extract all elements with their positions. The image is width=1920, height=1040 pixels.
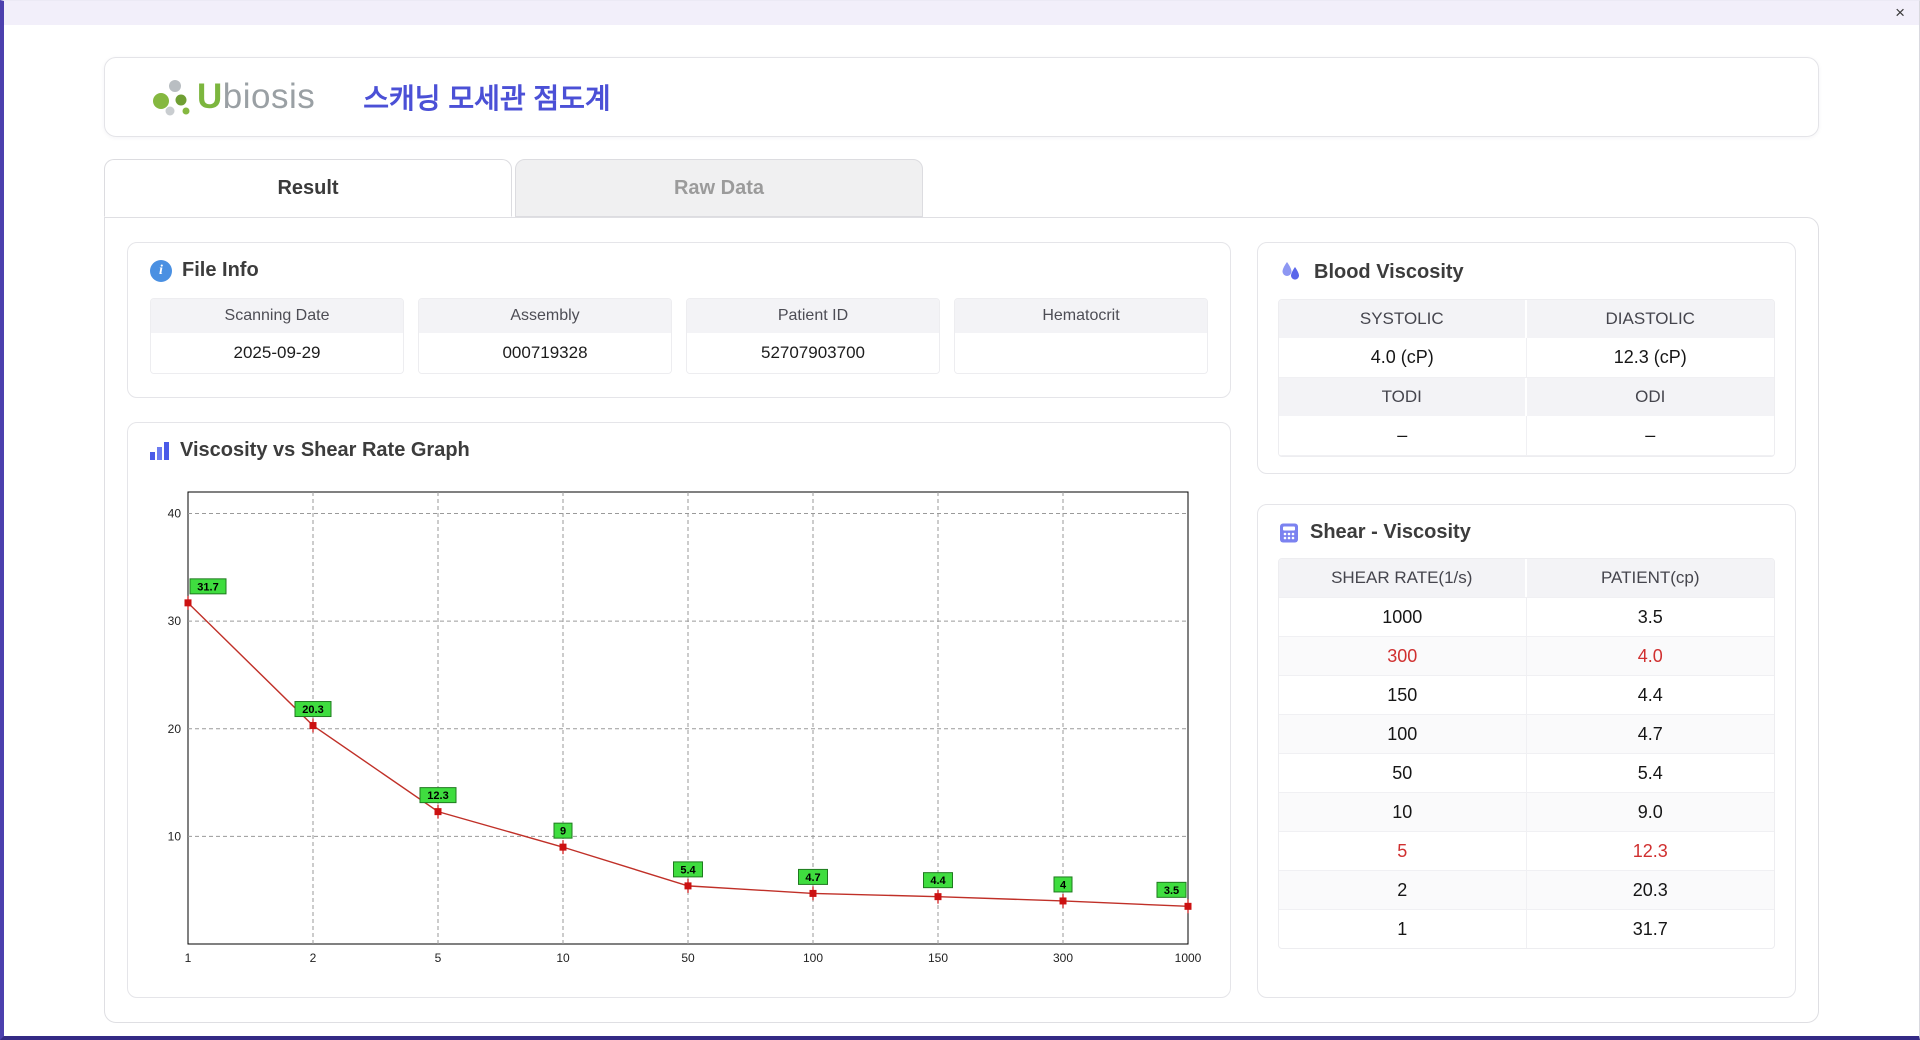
shear-viscosity-table: SHEAR RATE(1/s) PATIENT(cp) 1000 3.5 300… [1278, 558, 1775, 949]
table-row: 150 4.4 [1279, 675, 1774, 714]
svg-text:2: 2 [310, 951, 317, 965]
shear-viscosity-card: Shear - Viscosity SHEAR RATE(1/s) PATIEN… [1257, 504, 1796, 998]
bv-value-systolic: 4.0 (cP) [1279, 338, 1527, 378]
field-hematocrit: Hematocrit [954, 298, 1208, 374]
bv-value-row: 4.0 (cP) 12.3 (cP) [1279, 338, 1774, 378]
result-panel: i File Info Scanning Date 2025-09-29 Ass… [104, 217, 1819, 1023]
window-titlebar: × [4, 1, 1919, 25]
svg-text:300: 300 [1053, 951, 1073, 965]
graph-card: Viscosity vs Shear Rate Graph 10 20 30 40 1 2… [127, 422, 1231, 998]
calculator-icon [1280, 523, 1298, 542]
table-row: 10 9.0 [1279, 792, 1774, 831]
page-title: 스캐닝 모세관 점도계 [363, 83, 611, 114]
svg-text:4.4: 4.4 [930, 875, 946, 887]
close-icon[interactable]: × [1895, 2, 1905, 24]
logo-text: Ubiosis [197, 77, 316, 116]
logo-dots-icon [153, 80, 190, 116]
shear-viscosity-title: Shear - Viscosity [1310, 521, 1471, 543]
bv-value-odi: – [1526, 416, 1774, 456]
table-row: 100 4.7 [1279, 714, 1774, 753]
svg-text:10: 10 [556, 951, 570, 965]
table-row: 2 20.3 [1279, 870, 1774, 909]
bv-value-todi: – [1279, 416, 1527, 456]
bv-header-row: SYSTOLIC DIASTOLIC [1279, 300, 1774, 338]
left-column: i File Info Scanning Date 2025-09-29 Ass… [127, 242, 1231, 998]
shear-viscosity-title-row: Shear - Viscosity [1278, 521, 1775, 544]
table-row: 1 31.7 [1279, 909, 1774, 948]
graph-title-row: Viscosity vs Shear Rate Graph [148, 439, 1210, 462]
svg-text:30: 30 [168, 614, 182, 628]
bv-label-todi: TODI [1279, 378, 1527, 416]
bv-label-diastolic: DIASTOLIC [1526, 300, 1774, 338]
ubiosis-logo: Ubiosis [147, 74, 315, 120]
tab-bar: Result Raw Data [104, 159, 1919, 217]
svg-text:150: 150 [928, 951, 948, 965]
blood-viscosity-title-row: Blood Viscosity [1278, 259, 1775, 285]
field-scanning-date: Scanning Date 2025-09-29 [150, 298, 404, 374]
svg-text:4.7: 4.7 [805, 872, 820, 884]
table-row: 5 12.3 [1279, 831, 1774, 870]
svg-text:10: 10 [168, 829, 182, 843]
svg-text:5: 5 [435, 951, 442, 965]
svg-text:20.3: 20.3 [302, 704, 323, 716]
svg-text:1000: 1000 [1175, 951, 1202, 965]
graph-title: Viscosity vs Shear Rate Graph [180, 439, 470, 461]
sv-header-row: SHEAR RATE(1/s) PATIENT(cp) [1279, 559, 1774, 597]
blood-viscosity-title: Blood Viscosity [1314, 260, 1464, 283]
window-content: Ubiosis 스캐닝 모세관 점도계 Result Raw Data i Fi… [4, 25, 1919, 1036]
bv-header-row: TODI ODI [1279, 378, 1774, 416]
bv-value-row: – – [1279, 416, 1774, 456]
svg-text:12.3: 12.3 [427, 790, 448, 802]
svg-text:5.4: 5.4 [680, 864, 696, 876]
svg-text:40: 40 [168, 507, 182, 521]
sv-col-shear-rate: SHEAR RATE(1/s) [1279, 559, 1527, 597]
blood-viscosity-table: SYSTOLIC DIASTOLIC 4.0 (cP) 12.3 (cP) TO… [1278, 299, 1775, 457]
app-header: Ubiosis 스캐닝 모세관 점도계 [104, 57, 1819, 137]
tab-raw-data[interactable]: Raw Data [515, 159, 923, 217]
svg-text:31.7: 31.7 [197, 581, 218, 593]
bar-chart-icon [150, 441, 169, 460]
tab-result[interactable]: Result [104, 159, 512, 217]
bv-label-systolic: SYSTOLIC [1279, 300, 1527, 338]
info-icon: i [150, 259, 172, 282]
svg-text:20: 20 [168, 722, 182, 736]
table-row: 1000 3.5 [1279, 597, 1774, 636]
svg-text:1: 1 [185, 951, 192, 965]
svg-text:3.5: 3.5 [1164, 885, 1179, 897]
bv-value-diastolic: 12.3 (cP) [1526, 338, 1774, 378]
sv-col-patient: PATIENT(cp) [1600, 568, 1700, 587]
file-info-card: i File Info Scanning Date 2025-09-29 Ass… [127, 242, 1231, 398]
svg-text:9: 9 [560, 826, 566, 838]
sv-body: 1000 3.5 300 4.0 150 4.4 100 4.7 50 5.4 … [1279, 597, 1774, 948]
field-assembly: Assembly 000719328 [418, 298, 672, 374]
blood-viscosity-card: Blood Viscosity SYSTOLIC DIASTOLIC 4.0 (… [1257, 242, 1796, 474]
app-window: × Ubiosis 스캐닝 모세관 점도계 Result Raw Data i … [0, 0, 1920, 1040]
field-patient-id: Patient ID 52707903700 [686, 298, 940, 374]
file-info-fields: Scanning Date 2025-09-29 Assembly 000719… [150, 298, 1208, 374]
table-row: 300 4.0 [1279, 636, 1774, 675]
file-info-title: File Info [182, 259, 259, 281]
water-drop-icon [1282, 262, 1299, 280]
svg-text:4: 4 [1060, 879, 1067, 891]
right-column: Blood Viscosity SYSTOLIC DIASTOLIC 4.0 (… [1257, 242, 1796, 998]
file-info-title-row: i File Info [150, 259, 1208, 282]
table-row: 50 5.4 [1279, 753, 1774, 792]
svg-text:100: 100 [803, 951, 823, 965]
bv-label-odi: ODI [1526, 378, 1774, 416]
viscosity-chart: 10 20 30 40 1 2 5 10 50 100 150 300 1000 31.7 20.3 12.3… [168, 491, 1202, 965]
svg-text:50: 50 [681, 951, 695, 965]
